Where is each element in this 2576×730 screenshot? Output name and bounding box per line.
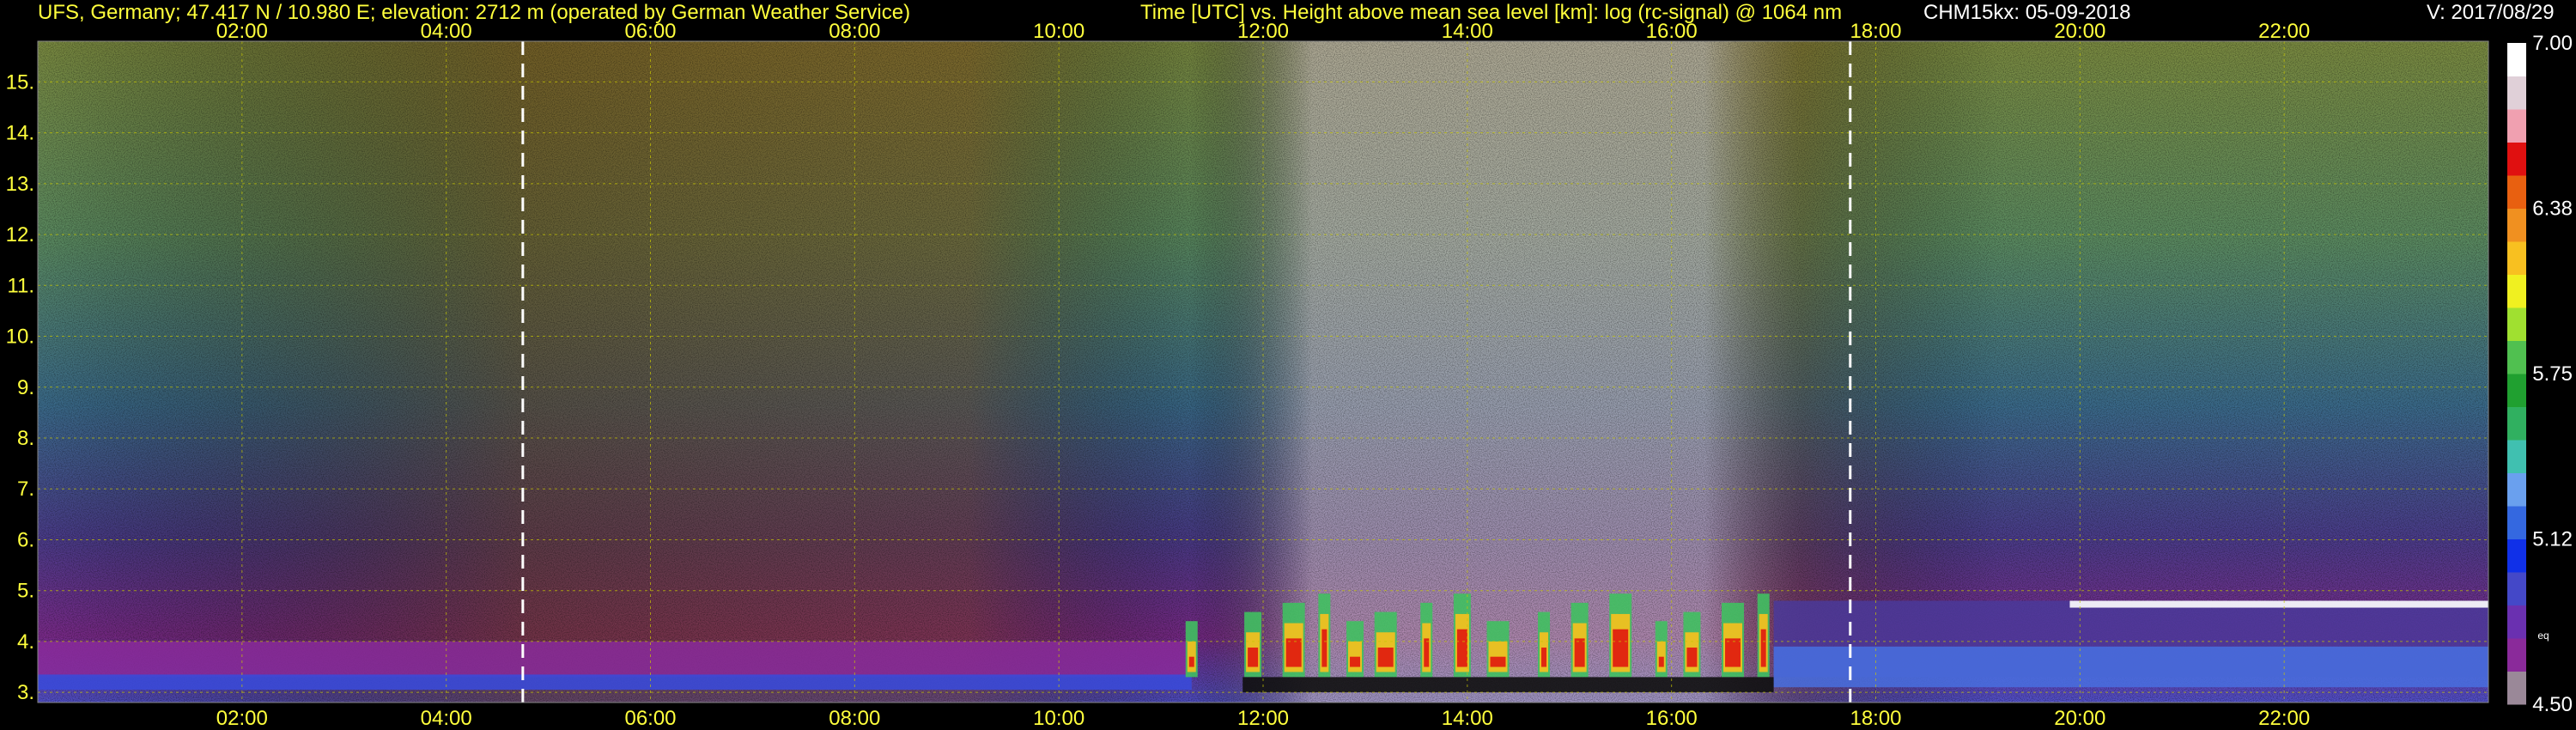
cloud-column-peak xyxy=(1456,629,1467,667)
x-tick-label-top: 10:00 xyxy=(1033,20,1084,43)
y-tick-label: 7. xyxy=(17,478,34,501)
cloud-column-peak xyxy=(1760,629,1766,667)
x-tick-label-bottom: 04:00 xyxy=(421,707,472,730)
x-tick-label-bottom: 08:00 xyxy=(829,707,880,730)
colorbar-label: 5.75 xyxy=(2532,362,2573,386)
colorbar-swatch xyxy=(2507,638,2526,672)
cloud-column-peak xyxy=(1248,648,1259,667)
x-tick-label-bottom: 06:00 xyxy=(624,707,676,730)
boundary-layer-morning xyxy=(38,641,1192,678)
ceilometer-plot: 02:0002:0004:0004:0006:0006:0008:0008:00… xyxy=(6,1,2573,730)
colorbar-swatch xyxy=(2507,76,2526,110)
boundary-layer-morning-base xyxy=(38,674,1192,690)
colorbar-swatch xyxy=(2507,572,2526,605)
colorbar-swatch xyxy=(2507,142,2526,176)
y-tick-label: 8. xyxy=(17,427,34,450)
colorbar-swatch xyxy=(2507,274,2526,308)
x-tick-label-top: 22:00 xyxy=(2258,20,2310,43)
x-tick-label-bottom: 16:00 xyxy=(1646,707,1698,730)
chart-title: Time [UTC] vs. Height above mean sea lev… xyxy=(1140,1,1842,24)
y-tick-label: 4. xyxy=(17,630,34,654)
x-tick-label-bottom: 22:00 xyxy=(2258,707,2310,730)
y-tick-label: 15. xyxy=(6,70,34,94)
y-tick-label: 10. xyxy=(6,325,34,349)
colorbar-swatch xyxy=(2507,671,2526,705)
y-tick-label: 14. xyxy=(6,122,34,145)
cloud-column-peak xyxy=(1321,629,1327,667)
colorbar-label: 4.50 xyxy=(2532,693,2573,716)
x-tick-label-bottom: 10:00 xyxy=(1033,707,1084,730)
y-tick-label: 5. xyxy=(17,580,34,603)
y-tick-label: 13. xyxy=(6,173,34,196)
cloud-column-peak xyxy=(1350,656,1361,667)
cloud-column-peak xyxy=(1377,648,1394,667)
cloud-column-peak xyxy=(1686,648,1698,667)
cloud-column-peak xyxy=(1725,638,1741,667)
x-tick-label-bottom: 14:00 xyxy=(1442,707,1493,730)
y-tick-label: 11. xyxy=(7,274,34,297)
x-tick-label-bottom: 12:00 xyxy=(1237,707,1289,730)
cloud-column-peak xyxy=(1490,656,1506,667)
cloud-column-peak xyxy=(1424,638,1430,667)
colorbar-swatch xyxy=(2507,307,2526,341)
colorbar-label: 7.00 xyxy=(2532,32,2573,55)
cloud-column-peak xyxy=(1613,629,1629,667)
surface-black-band xyxy=(1242,677,1774,693)
colorbar-swatch xyxy=(2507,472,2526,507)
colorbar-swatch xyxy=(2507,241,2526,275)
cloud-column-peak xyxy=(1541,648,1547,667)
colorbar-label: 5.12 xyxy=(2532,528,2573,551)
y-tick-label: 12. xyxy=(6,223,34,246)
colorbar-label: 6.38 xyxy=(2532,198,2573,221)
x-tick-label-top: 18:00 xyxy=(1850,20,1901,43)
y-tick-label: 9. xyxy=(17,376,34,399)
x-tick-label-bottom: 18:00 xyxy=(1850,707,1901,730)
colorbar-swatch xyxy=(2507,340,2526,374)
cloud-column-peak xyxy=(1658,656,1664,667)
colorbar-swatch xyxy=(2507,506,2526,539)
y-tick-label: 6. xyxy=(17,528,34,551)
colorbar-swatch xyxy=(2507,109,2526,143)
colorbar-swatch xyxy=(2507,175,2526,209)
colorbar-swatch xyxy=(2507,208,2526,242)
y-tick-label: 3. xyxy=(17,681,34,704)
cloud-column-peak xyxy=(1574,638,1585,667)
x-tick-label-bottom: 02:00 xyxy=(216,707,268,730)
colorbar-swatch xyxy=(2507,538,2526,573)
cloud-column-peak xyxy=(1188,656,1194,667)
x-tick-label-bottom: 20:00 xyxy=(2054,707,2105,730)
colorbar: 7.00 6.38 5.75 5.12 4.50 eq xyxy=(2507,32,2573,716)
layer-top-evening xyxy=(2069,600,2488,608)
colorbar-swatch xyxy=(2507,440,2526,473)
colorbar-swatch xyxy=(2507,43,2526,76)
instrument-date: CHM15kx: 05-09-2018 xyxy=(1923,1,2130,24)
colorbar-unit-label: eq xyxy=(2537,630,2549,642)
boundary-layer-evening-base xyxy=(1773,646,2488,688)
colorbar-swatch xyxy=(2507,406,2526,441)
station-label: UFS, Germany; 47.417 N / 10.980 E; eleva… xyxy=(38,1,910,24)
cloud-column-peak xyxy=(1285,638,1302,667)
version-label: V: 2017/08/29 xyxy=(2427,1,2555,24)
colorbar-swatch xyxy=(2507,374,2526,407)
colorbar-swatch xyxy=(2507,605,2526,639)
